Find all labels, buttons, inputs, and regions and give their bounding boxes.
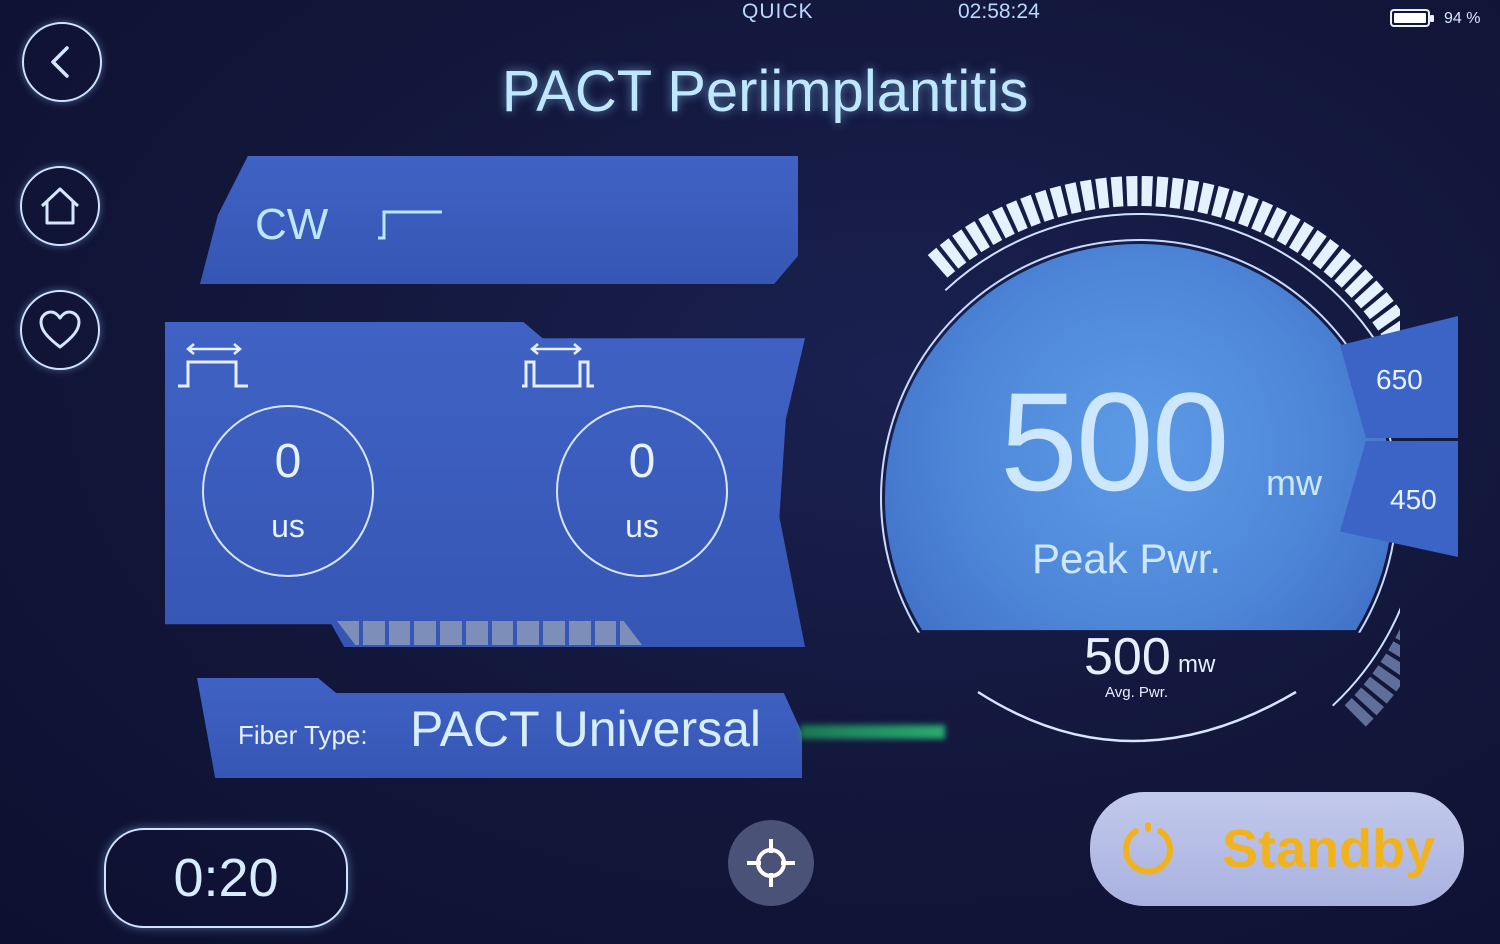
gauge-segment bbox=[1064, 182, 1082, 214]
timer-value: 0:20 bbox=[173, 848, 279, 908]
fiber-type-label: Fiber Type: bbox=[238, 720, 368, 750]
avg-power-arc bbox=[977, 690, 1297, 743]
gauge-segment bbox=[1126, 176, 1138, 207]
gauge-segment bbox=[1095, 177, 1110, 209]
status-time: 02:58:24 bbox=[958, 0, 1040, 23]
gauge-segment bbox=[1141, 176, 1153, 207]
off-time-value: 0 bbox=[628, 434, 656, 488]
preset-650-label: 650 bbox=[1376, 364, 1423, 395]
battery-percent: 94 % bbox=[1444, 10, 1481, 27]
gauge-segment bbox=[1197, 182, 1215, 215]
power-icon bbox=[1123, 822, 1173, 875]
avg-power-unit: mw bbox=[1178, 651, 1216, 678]
home-button[interactable] bbox=[20, 166, 100, 246]
home-icon bbox=[40, 187, 80, 225]
crosshair-icon bbox=[747, 839, 795, 887]
avg-power-value: 500 bbox=[1084, 628, 1171, 686]
favorite-button[interactable] bbox=[20, 290, 100, 370]
gauge-segment bbox=[1110, 176, 1124, 208]
on-time-unit: us bbox=[271, 507, 305, 544]
peak-power-value: 500 bbox=[1000, 363, 1230, 520]
stripe-bar bbox=[337, 621, 642, 645]
fiber-type-value: PACT Universal bbox=[410, 701, 762, 757]
battery-icon bbox=[1390, 9, 1434, 27]
aim-beam-button[interactable] bbox=[728, 820, 814, 906]
continuous-wave-icon bbox=[378, 210, 442, 240]
timer-button[interactable]: 0:20 bbox=[104, 828, 348, 928]
off-time-unit: us bbox=[625, 507, 659, 544]
gauge-segment bbox=[1169, 177, 1184, 209]
pulse-width-icon bbox=[178, 343, 248, 388]
pulse-interval-icon bbox=[522, 343, 594, 388]
heart-icon bbox=[39, 310, 81, 349]
page-title: PACT Periimplantitis bbox=[501, 59, 1029, 124]
gauge-segment bbox=[1183, 179, 1200, 212]
peak-power-label: Peak Pwr. bbox=[1032, 535, 1222, 582]
on-time-dial[interactable]: 0 us bbox=[202, 405, 374, 577]
on-time-value: 0 bbox=[274, 434, 302, 488]
peak-power-unit: mw bbox=[1266, 462, 1322, 503]
gauge-segment bbox=[1155, 176, 1169, 208]
standby-button[interactable]: Standby bbox=[1090, 792, 1464, 906]
off-time-dial[interactable]: 0 us bbox=[556, 405, 728, 577]
preset-450-label: 450 bbox=[1390, 484, 1437, 515]
gauge-segment bbox=[1079, 179, 1096, 211]
standby-label: Standby bbox=[1222, 819, 1436, 879]
mode-label: CW bbox=[255, 200, 329, 249]
status-mode: QUICK bbox=[742, 0, 814, 23]
